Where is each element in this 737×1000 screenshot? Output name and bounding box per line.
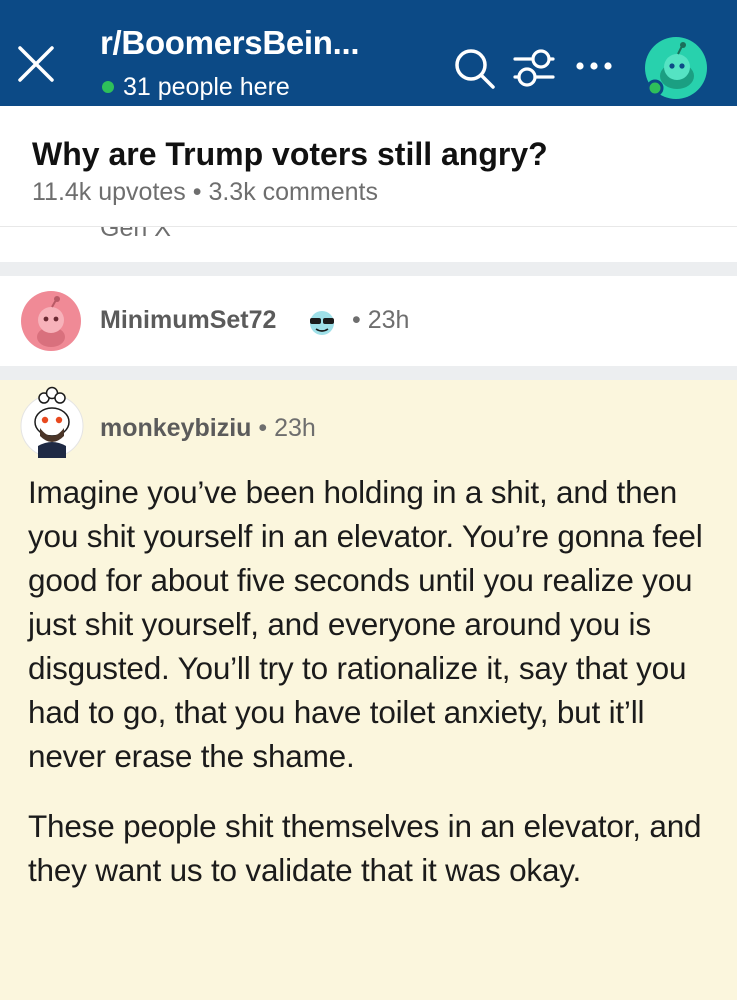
post-title[interactable]: Why are Trump voters still angry? [32, 136, 548, 173]
comment-timestamp: • 23h [352, 306, 410, 334]
comment-paragraph: These people shit themselves in an eleva… [28, 808, 702, 888]
user-flair-icon [24, 226, 78, 242]
partial-comment: Gen X [0, 226, 737, 262]
comment-body: Imagine you’ve been holding in a shit, a… [28, 470, 718, 918]
more-options-button[interactable] [574, 54, 614, 78]
comment-header: monkeybiziu • 23h [100, 414, 316, 443]
comment-username[interactable]: MinimumSet72 [100, 306, 276, 335]
comment-timestamp: • 23h [251, 414, 316, 442]
filter-button[interactable] [511, 46, 557, 90]
close-button[interactable] [14, 42, 58, 86]
top-nav-bar: r/BoomersBein... 31 people here [0, 0, 737, 106]
close-icon [18, 46, 54, 82]
snoo-avatar-icon[interactable] [20, 386, 84, 460]
snoo-avatar-icon [645, 37, 707, 99]
comment-paragraph: Imagine you’ve been holding in a shit, a… [28, 474, 703, 774]
filter-icon [513, 49, 555, 87]
online-count: 31 people here [123, 72, 290, 101]
online-dot [102, 81, 114, 93]
highlighted-comment: monkeybiziu • 23h Imagine you’ve been ho… [0, 380, 737, 1000]
subreddit-name[interactable]: r/BoomersBein... [100, 24, 360, 62]
comment-divider [0, 366, 737, 380]
post-header: Why are Trump voters still angry? 11.4k … [0, 106, 737, 227]
comment-username[interactable]: monkeybiziu [100, 414, 251, 442]
comment-divider [0, 262, 737, 276]
search-button[interactable] [452, 46, 498, 90]
snoo-avatar-icon [21, 291, 81, 351]
collapsed-comment[interactable]: MinimumSet72 • 23h [0, 276, 737, 366]
online-status: 31 people here [102, 72, 290, 102]
sunglasses-emoji-icon [310, 311, 334, 335]
more-icon [576, 62, 612, 70]
user-avatar[interactable] [644, 36, 708, 100]
search-icon [455, 49, 495, 89]
user-flair: Gen X [100, 226, 171, 242]
post-stats: 11.4k upvotes • 3.3k comments [32, 178, 378, 206]
